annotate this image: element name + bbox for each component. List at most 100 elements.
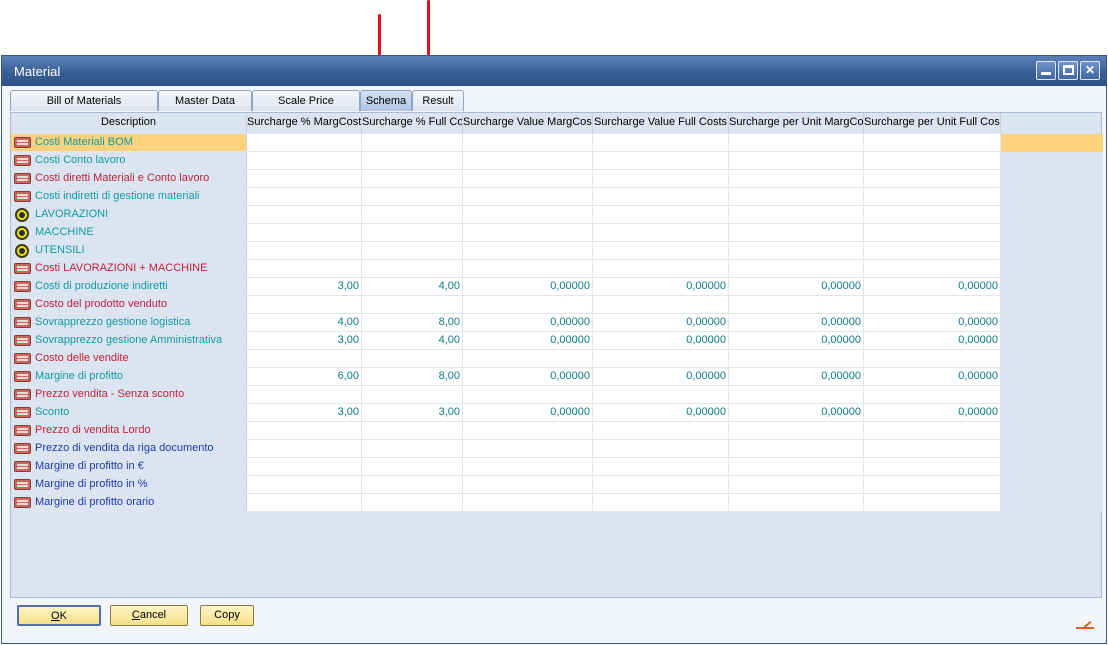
grid-cell[interactable] [463,170,593,188]
grid-cell[interactable] [593,242,729,260]
row-description[interactable]: LAVORAZIONI [11,206,247,224]
grid-cell[interactable] [729,188,864,206]
grid-cell[interactable] [729,206,864,224]
table-row[interactable]: Sovrapprezzo gestione logistica 4,00 8,00 0… [11,314,1103,332]
table-row[interactable]: Margine di profitto in % [11,476,1103,494]
grid-cell[interactable] [463,386,593,404]
grid-cell[interactable] [463,440,593,458]
grid-cell[interactable]: 0,00000 [463,278,593,296]
grid-cell[interactable] [362,242,463,260]
column-header-surcharge-pct-fullcosts[interactable]: Surcharge % Full Costs [362,113,463,133]
row-description[interactable]: Costo delle vendite [11,350,247,368]
row-description[interactable]: Costi diretti Materiali e Conto lavoro [11,170,247,188]
grid-cell[interactable] [593,152,729,170]
grid-cell[interactable] [593,350,729,368]
grid-cell[interactable]: 0,00000 [593,404,729,422]
grid-cell[interactable] [247,260,362,278]
grid-cell[interactable] [463,458,593,476]
grid-cell[interactable]: 0,00000 [864,314,1001,332]
grid-cell[interactable]: 0,00000 [463,332,593,350]
tab-schema[interactable]: Schema [360,90,412,111]
grid-cell[interactable] [593,494,729,512]
grid-cell[interactable] [247,458,362,476]
grid-cell[interactable] [729,476,864,494]
row-description[interactable]: UTENSILI [11,242,247,260]
grid-cell[interactable]: 0,00000 [593,314,729,332]
grid-cell[interactable] [729,152,864,170]
grid-cell[interactable] [247,476,362,494]
grid-cell[interactable] [362,152,463,170]
grid-cell[interactable]: 4,00 [247,314,362,332]
grid-cell[interactable] [463,134,593,152]
grid-cell[interactable] [864,260,1001,278]
grid-cell[interactable]: 3,00 [362,404,463,422]
grid-cell[interactable] [463,422,593,440]
row-description[interactable]: Costo del prodotto venduto [11,296,247,314]
grid-cell[interactable]: 3,00 [247,332,362,350]
close-button[interactable]: ✕ [1080,61,1100,80]
grid-cell[interactable] [463,188,593,206]
tab-bill-of-materials[interactable]: Bill of Materials [10,90,158,111]
grid-cell[interactable] [362,440,463,458]
grid-cell[interactable] [729,458,864,476]
grid-cell[interactable]: 4,00 [362,332,463,350]
tab-master-data[interactable]: Master Data [158,90,252,111]
grid-cell[interactable] [864,440,1001,458]
tab-scale-price[interactable]: Scale Price [252,90,360,111]
grid-cell[interactable]: 6,00 [247,368,362,386]
grid-cell[interactable] [864,422,1001,440]
grid-cell[interactable]: 0,00000 [463,368,593,386]
table-row[interactable]: Margine di profitto in € [11,458,1103,476]
ok-button[interactable]: OK [17,605,101,626]
row-description[interactable]: Costi di produzione indiretti [11,278,247,296]
row-description[interactable]: MACCHINE [11,224,247,242]
table-row[interactable]: Costi diretti Materiali e Conto lavoro [11,170,1103,188]
grid-cell[interactable] [362,458,463,476]
grid-cell[interactable]: 4,00 [362,278,463,296]
grid-cell[interactable]: 8,00 [362,314,463,332]
table-row[interactable]: Margine di profitto orario [11,494,1103,512]
grid-cell[interactable]: 0,00000 [864,278,1001,296]
grid-cell[interactable] [864,224,1001,242]
grid-cell[interactable]: 0,00000 [593,278,729,296]
grid-cell[interactable]: 0,00000 [729,332,864,350]
grid-cell[interactable] [362,224,463,242]
grid-cell[interactable]: 0,00000 [729,404,864,422]
grid-cell[interactable]: 0,00000 [864,368,1001,386]
row-description[interactable]: Costi indiretti di gestione materiali [11,188,247,206]
grid-cell[interactable] [864,170,1001,188]
grid-cell[interactable] [864,206,1001,224]
grid-cell[interactable] [729,386,864,404]
grid-cell[interactable] [593,134,729,152]
grid-cell[interactable] [362,494,463,512]
row-description[interactable]: Sovrapprezzo gestione logistica [11,314,247,332]
grid-cell[interactable] [593,260,729,278]
grid-cell[interactable] [864,242,1001,260]
grid-cell[interactable] [729,494,864,512]
grid-cell[interactable] [729,422,864,440]
grid-cell[interactable] [593,476,729,494]
table-row[interactable]: Sovrapprezzo gestione Amministrativa 3,00… [11,332,1103,350]
row-description[interactable]: Costi Materiali BOM [11,134,247,152]
grid-cell[interactable]: 0,00000 [463,404,593,422]
row-description[interactable]: Margine di profitto in % [11,476,247,494]
grid-cell[interactable] [864,296,1001,314]
table-row[interactable]: Costi Conto lavoro [11,152,1103,170]
grid-cell[interactable] [247,350,362,368]
grid-cell[interactable]: 3,00 [247,278,362,296]
table-row[interactable]: MACCHINE [11,224,1103,242]
row-description[interactable]: Margine di profitto orario [11,494,247,512]
grid-cell[interactable] [729,440,864,458]
grid-cell[interactable] [729,134,864,152]
grid-cell[interactable]: 3,00 [247,404,362,422]
grid-cell[interactable] [593,188,729,206]
grid-cell[interactable] [362,386,463,404]
cancel-button[interactable]: Cancel [110,605,188,626]
column-header-surcharge-unit-fullcosts[interactable]: Surcharge per Unit Full Costs [864,113,1001,133]
column-header-surcharge-pct-margcosts[interactable]: Surcharge % MargCosts [247,113,362,133]
grid-cell[interactable] [864,476,1001,494]
row-description[interactable]: Sovrapprezzo gestione Amministrativa [11,332,247,350]
table-row[interactable]: Sconto 3,00 3,00 0,00000 0,00000 0,00000 0,000… [11,404,1103,422]
row-description[interactable]: Prezzo di vendita Lordo [11,422,247,440]
grid-cell[interactable]: 0,00000 [593,368,729,386]
